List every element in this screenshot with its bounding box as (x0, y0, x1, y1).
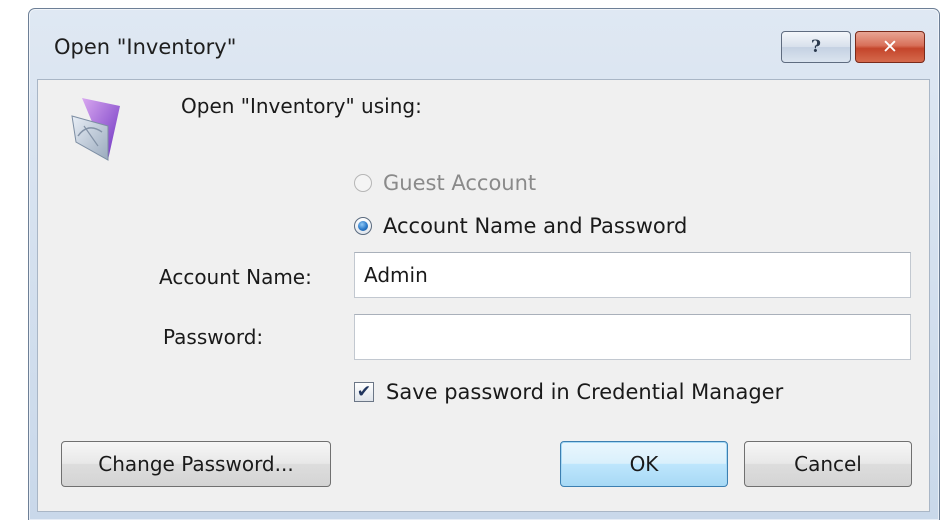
window-title: Open "Inventory" (54, 35, 237, 59)
help-icon: ? (811, 37, 821, 57)
account-name-input[interactable] (354, 252, 911, 298)
filemaker-app-icon (71, 98, 120, 161)
account-password-radio[interactable] (354, 217, 372, 235)
save-password-option[interactable]: ✔ Save password in Credential Manager (354, 377, 783, 407)
close-icon: ✕ (882, 36, 898, 58)
ok-button[interactable]: OK (560, 441, 728, 487)
close-button[interactable]: ✕ (855, 31, 925, 63)
account-password-option[interactable]: Account Name and Password (354, 211, 687, 241)
prompt-text: Open "Inventory" using: (181, 94, 422, 118)
dialog-body: Open "Inventory" using: Guest Account Ac… (37, 79, 930, 512)
save-password-checkbox[interactable]: ✔ (354, 382, 374, 402)
dialog-window: Open "Inventory" ? ✕ Open "Inventory" us… (28, 8, 940, 520)
cancel-button[interactable]: Cancel (744, 441, 912, 487)
guest-account-label: Guest Account (383, 171, 537, 195)
change-password-button[interactable]: Change Password... (61, 441, 331, 487)
guest-account-radio[interactable] (354, 174, 372, 192)
account-password-label: Account Name and Password (383, 214, 688, 238)
account-name-label: Account Name: (159, 265, 312, 289)
help-button[interactable]: ? (781, 31, 851, 63)
password-input[interactable] (354, 314, 911, 360)
password-label: Password: (163, 325, 264, 349)
title-bar: Open "Inventory" ? ✕ (29, 9, 939, 87)
save-password-label: Save password in Credential Manager (386, 380, 784, 404)
guest-account-option[interactable]: Guest Account (354, 168, 536, 198)
